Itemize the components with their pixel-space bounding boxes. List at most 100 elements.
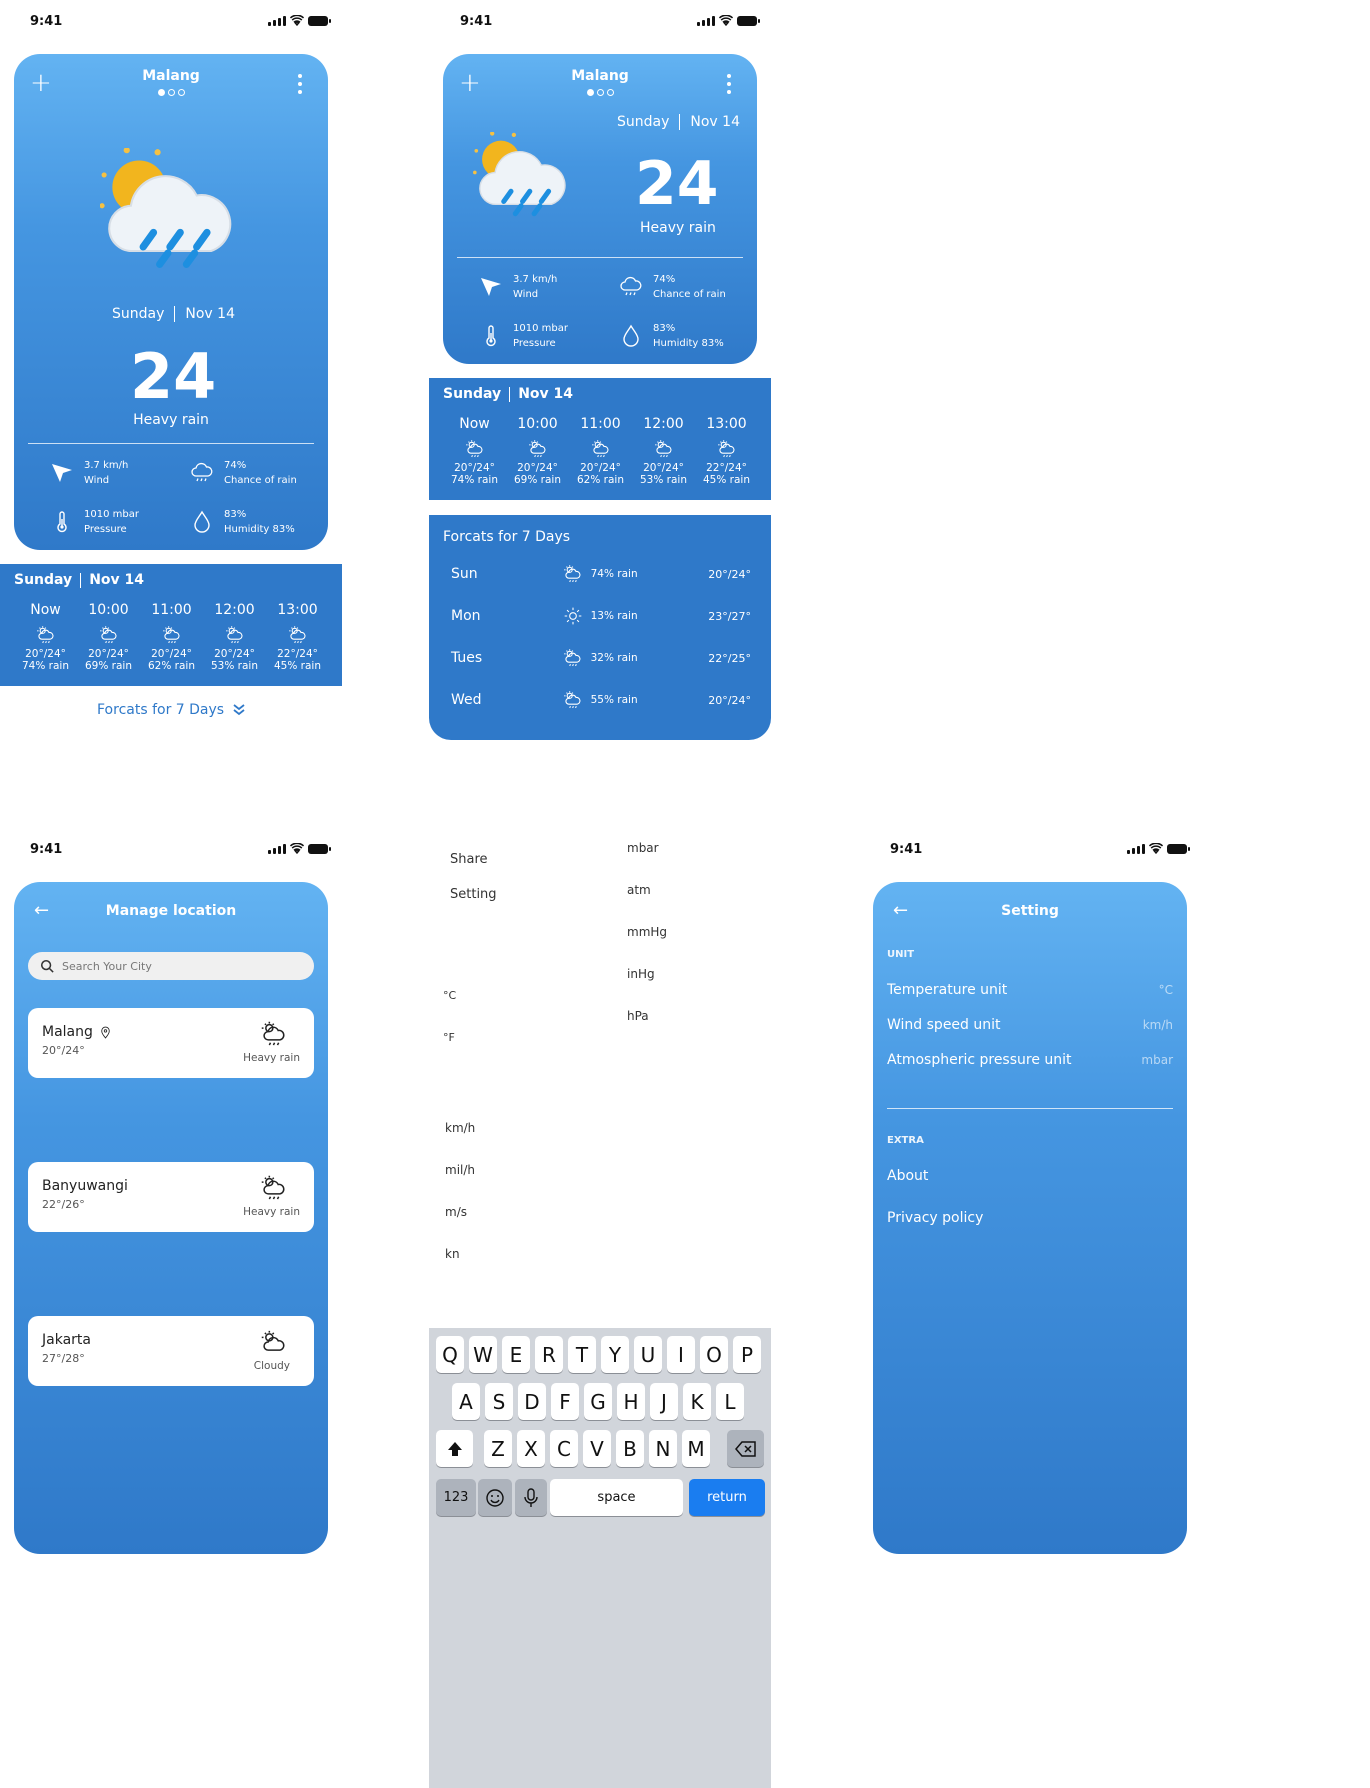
hour-rain: 53% rain [211, 660, 258, 672]
cloud-sun-rain-icon [591, 439, 611, 459]
divider [457, 257, 743, 258]
heavy-rain-3d-icon [473, 132, 575, 226]
setting-value: km/h [1142, 1018, 1173, 1032]
key-j[interactable]: J [650, 1383, 678, 1420]
key-t[interactable]: T [568, 1336, 596, 1373]
hourly-day: Sunday [14, 572, 73, 588]
wind-option[interactable]: m/s [445, 1205, 467, 1219]
wind-option[interactable]: kn [445, 1247, 460, 1261]
about-row[interactable]: About [887, 1168, 928, 1184]
hour-rain: 62% rain [577, 474, 624, 486]
menu-setting[interactable]: Setting [450, 887, 497, 902]
key-h[interactable]: H [617, 1383, 645, 1420]
key-p[interactable]: P [733, 1336, 761, 1373]
unit-section-label: UNIT [887, 949, 915, 960]
pressure-option[interactable]: hPa [627, 1009, 649, 1023]
forecast-row[interactable]: Wed 55% rain 20°/24° [451, 679, 751, 721]
location-card[interactable]: Malang 20°/24° Heavy rain [28, 1008, 314, 1078]
pressure-unit-row[interactable]: Atmospheric pressure unit mbar [887, 1052, 1173, 1068]
wind-speed-unit-row[interactable]: Wind speed unit km/h [887, 1017, 1173, 1033]
forecast-7days-link[interactable]: Forcats for 7 Days [97, 702, 246, 718]
location-card[interactable]: Banyuwangi 22°/26° Heavy rain [28, 1162, 314, 1232]
temperature: 24° [635, 154, 757, 214]
menu-share[interactable]: Share [450, 852, 488, 867]
forecast-title: Forcats for 7 Days [443, 529, 571, 545]
emoji-key[interactable] [478, 1479, 512, 1516]
hour-rain: 62% rain [148, 660, 195, 672]
signal-icon [268, 844, 286, 854]
forecast-row[interactable]: Mon 13% rain 23°/27° [451, 595, 751, 637]
day-label: Sunday [617, 114, 670, 130]
key-x[interactable]: X [517, 1430, 545, 1467]
microphone-icon [524, 1487, 538, 1507]
key-s[interactable]: S [485, 1383, 513, 1420]
more-icon[interactable] [298, 74, 302, 94]
hour-column: 13:00 22°/24° 45% rain [695, 416, 758, 486]
temperature-unit-row[interactable]: Temperature unit °C [887, 982, 1173, 998]
temp-option[interactable]: °F [443, 1031, 455, 1044]
key-n[interactable]: N [649, 1430, 677, 1467]
space-key[interactable]: space [550, 1479, 683, 1516]
key-z[interactable]: Z [484, 1430, 512, 1467]
mic-key[interactable] [515, 1479, 547, 1516]
privacy-policy-label: Privacy policy [887, 1210, 984, 1226]
cloud-sun-rain-icon [563, 690, 583, 710]
location-name: Banyuwangi [42, 1178, 128, 1194]
key-r[interactable]: R [535, 1336, 563, 1373]
humidity-label: Humidity 83% [224, 524, 295, 535]
battery-icon [308, 16, 331, 26]
key-q[interactable]: Q [436, 1336, 464, 1373]
pressure-option[interactable]: atm [627, 883, 651, 897]
forecast-row[interactable]: Tues 32% rain 22°/25° [451, 637, 751, 679]
key-a[interactable]: A [452, 1383, 480, 1420]
key-c[interactable]: C [550, 1430, 578, 1467]
key-u[interactable]: U [634, 1336, 662, 1373]
wind-option[interactable]: km/h [445, 1121, 475, 1135]
search-input[interactable]: Search Your City [28, 952, 314, 980]
key-i[interactable]: I [667, 1336, 695, 1373]
hourly-forecast: Sunday Nov 14 Now 20°/24° 74% rain 10:00 20°… [429, 378, 771, 500]
key-v[interactable]: V [583, 1430, 611, 1467]
key-y[interactable]: Y [601, 1336, 629, 1373]
key-m[interactable]: M [682, 1430, 710, 1467]
backspace-key[interactable] [727, 1430, 764, 1467]
forecast-row[interactable]: Sun 74% rain 20°/24° [451, 553, 751, 595]
battery-icon [737, 16, 760, 26]
hourly-heading: Sunday Nov 14 [443, 386, 573, 402]
status-time: 9:41 [30, 842, 63, 857]
rain-stat: 74% Chance of rain [619, 272, 726, 302]
key-l[interactable]: L [716, 1383, 744, 1420]
forecast-day: Sun [451, 566, 478, 582]
search-placeholder: Search Your City [62, 959, 152, 973]
key-w[interactable]: W [469, 1336, 497, 1373]
shift-key[interactable] [436, 1430, 473, 1467]
pressure-stat: 1010 mbar Pressure [50, 507, 139, 537]
temp-option[interactable]: °C [443, 989, 456, 1002]
location-card[interactable]: Jakarta 27°/28° Cloudy [28, 1316, 314, 1386]
rain-value: 74% [653, 274, 676, 285]
key-o[interactable]: O [700, 1336, 728, 1373]
rain-label: Chance of rain [653, 289, 726, 300]
key-g[interactable]: G [584, 1383, 612, 1420]
forecast-link-label: Forcats for 7 Days [97, 702, 225, 718]
key-e[interactable]: E [502, 1336, 530, 1373]
numbers-key[interactable]: 123 [436, 1479, 476, 1516]
cloud-sun-rain-icon [288, 625, 308, 645]
wind-option[interactable]: mil/h [445, 1163, 475, 1177]
key-f[interactable]: F [551, 1383, 579, 1420]
more-icon[interactable] [727, 74, 731, 94]
hour-time: 13:00 [706, 416, 747, 432]
hour-temps: 22°/24° [706, 462, 747, 474]
pressure-option[interactable]: mbar [627, 841, 659, 855]
privacy-policy-row[interactable]: Privacy policy [887, 1210, 983, 1226]
shift-icon [447, 1441, 462, 1456]
pressure-option[interactable]: inHg [627, 967, 655, 981]
key-b[interactable]: B [616, 1430, 644, 1467]
key-d[interactable]: D [518, 1383, 546, 1420]
key-k[interactable]: K [683, 1383, 711, 1420]
emoji-icon [486, 1488, 504, 1507]
return-key[interactable]: return [689, 1479, 765, 1516]
hour-time: 11:00 [151, 602, 192, 618]
pressure-option[interactable]: mmHg [627, 925, 667, 939]
city-name: Malang [142, 68, 200, 84]
